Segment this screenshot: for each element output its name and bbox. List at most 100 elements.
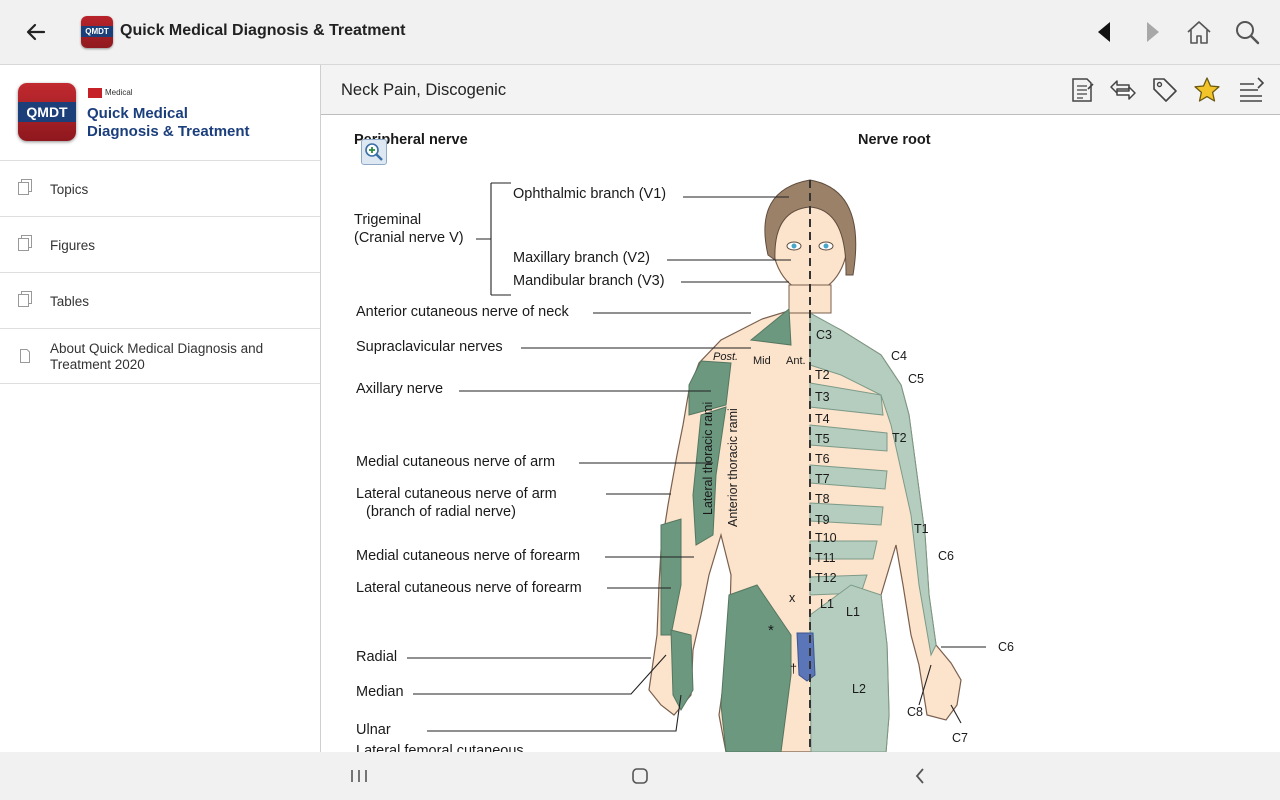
dermatome-t7: T7	[815, 472, 830, 486]
back-nav-button[interactable]	[900, 762, 940, 790]
dermatome-l1-lateral: L1	[846, 605, 860, 619]
axillary-label: Axillary nerve	[356, 381, 444, 397]
dermatome-t1: T1	[914, 522, 929, 536]
median-label: Median	[356, 684, 404, 700]
anterior-cutaneous-neck-label: Anterior cutaneous nerve of neck	[356, 304, 569, 320]
dermatome-c6-hand: C6	[998, 640, 1014, 654]
radial-label: Radial	[356, 649, 398, 665]
app-icon: QMDT	[81, 16, 113, 48]
zoom-figure-button[interactable]	[361, 139, 387, 165]
content-header: Neck Pain, Discogenic	[321, 65, 1280, 115]
post-label: Post.	[713, 351, 739, 363]
mid-label: Mid	[753, 355, 771, 367]
star-icon	[1194, 77, 1220, 102]
body-illustration	[407, 179, 986, 752]
dermatome-t2: T2	[815, 368, 830, 382]
maxillary-label: Maxillary branch (V2)	[513, 250, 650, 266]
documents-icon	[18, 291, 32, 307]
app-icon-text: QMDT	[81, 26, 113, 37]
arrow-left-icon	[26, 23, 46, 41]
dermatome-c8: C8	[907, 705, 923, 719]
supraclavicular-label: Supraclavicular nerves	[356, 339, 503, 355]
mandibular-label: Mandibular branch (V3)	[513, 273, 665, 289]
next-button[interactable]	[1136, 16, 1168, 48]
x-mark: x	[789, 591, 796, 605]
trigeminal-sub-label: (Cranial nerve V)	[354, 230, 464, 246]
dermatome-t9: T9	[815, 513, 830, 527]
trigeminal-label: Trigeminal	[354, 212, 422, 228]
dermatome-t12: T12	[815, 571, 837, 585]
sidebar-item-label: About Quick Medical Diagnosis and Treatm…	[50, 341, 264, 372]
previous-button[interactable]	[1088, 16, 1120, 48]
sidebar-brand: QMDT Medical Quick Medical Diagnosis & T…	[0, 65, 320, 161]
notes-button[interactable]	[1066, 74, 1098, 106]
dermatome-t2-arm: T2	[892, 431, 907, 445]
dermatome-t5: T5	[815, 432, 830, 446]
dagger-mark: †	[790, 662, 797, 676]
ant-label: Ant.	[786, 355, 806, 367]
ophthalmic-label: Ophthalmic branch (V1)	[513, 186, 667, 202]
dermatome-c4: C4	[891, 349, 907, 363]
document-icon	[20, 349, 30, 363]
dermatome-figure: Peripheral nerve Nerve root Ophthalmic b…	[321, 115, 1280, 752]
dermatome-t8: T8	[815, 492, 830, 506]
notes-icon	[1072, 78, 1094, 102]
sidebar-item-topics[interactable]: Topics	[0, 161, 320, 217]
star-mark: *	[768, 622, 774, 639]
tag-icon	[1153, 78, 1177, 102]
lateral-thoracic-rami-label: Lateral thoracic rami	[701, 401, 715, 515]
dermatome-l1: L1	[820, 597, 834, 611]
recent-apps-icon	[351, 770, 367, 782]
triangle-right-icon	[1147, 22, 1159, 42]
app-bar: QMDT Quick Medical Diagnosis & Treatment	[0, 0, 1280, 65]
dermatome-c3: C3	[816, 328, 832, 342]
dermatome-c5: C5	[908, 372, 924, 386]
recent-apps-button[interactable]	[339, 762, 379, 790]
documents-icon	[18, 179, 32, 195]
dermatome-t4: T4	[815, 412, 830, 426]
dermatome-l2: L2	[852, 682, 866, 696]
dermatome-c6-arm: C6	[938, 549, 954, 563]
radial-branch-label: (branch of radial nerve)	[366, 504, 516, 520]
dermatome-c7: C7	[952, 731, 968, 745]
system-nav-bar	[0, 752, 1280, 800]
medial-cutaneous-arm-label: Medial cutaneous nerve of arm	[356, 454, 556, 470]
sidebar-item-label: Figures	[50, 238, 96, 253]
genital-zone	[796, 632, 816, 682]
home-circle-icon	[632, 768, 648, 784]
brand-logo: QMDT	[18, 83, 76, 141]
sort-button[interactable]	[1236, 74, 1268, 106]
sort-lines-icon	[1240, 77, 1265, 102]
tag-button[interactable]	[1149, 74, 1181, 106]
sidebar-item-label: Tables	[50, 294, 90, 309]
topic-title: Neck Pain, Discogenic	[341, 81, 507, 99]
dermatome-t6: T6	[815, 452, 830, 466]
brand-name-line2: Diagnosis & Treatment	[87, 123, 250, 140]
publisher-text: Medical	[105, 88, 133, 98]
medial-cutaneous-forearm-label: Medial cutaneous nerve of forearm	[356, 548, 581, 564]
sidebar-item-tables[interactable]: Tables	[0, 273, 320, 329]
ulnar-label: Ulnar	[356, 722, 391, 738]
sidebar: QMDT Medical Quick Medical Diagnosis & T…	[0, 65, 321, 752]
search-button[interactable]	[1231, 16, 1263, 48]
brand-name-line1: Quick Medical	[87, 105, 188, 122]
home-icon	[1187, 21, 1211, 44]
favorite-button[interactable]	[1191, 74, 1223, 106]
swap-button[interactable]	[1107, 74, 1139, 106]
dermatome-t11: T11	[815, 551, 836, 565]
sidebar-item-label: Topics	[50, 182, 89, 197]
zoom-in-icon	[365, 143, 383, 161]
app-title: Quick Medical Diagnosis & Treatment	[120, 22, 406, 39]
sidebar-item-figures[interactable]: Figures	[0, 217, 320, 273]
home-nav-button[interactable]	[620, 762, 660, 790]
back-button[interactable]	[18, 16, 54, 48]
lateral-femoral-label: Lateral femoral cutaneous	[356, 743, 524, 752]
home-button[interactable]	[1183, 16, 1215, 48]
ulnar-hand-zone	[670, 629, 694, 712]
lateral-cutaneous-forearm-label: Lateral cutaneous nerve of forearm	[356, 580, 582, 596]
sidebar-item-about[interactable]: About Quick Medical Diagnosis and Treatm…	[0, 329, 320, 384]
nerve-root-heading: Nerve root	[858, 132, 931, 148]
documents-icon	[18, 235, 32, 251]
triangle-left-icon	[1098, 22, 1110, 42]
publisher-label: Medical	[88, 88, 133, 98]
